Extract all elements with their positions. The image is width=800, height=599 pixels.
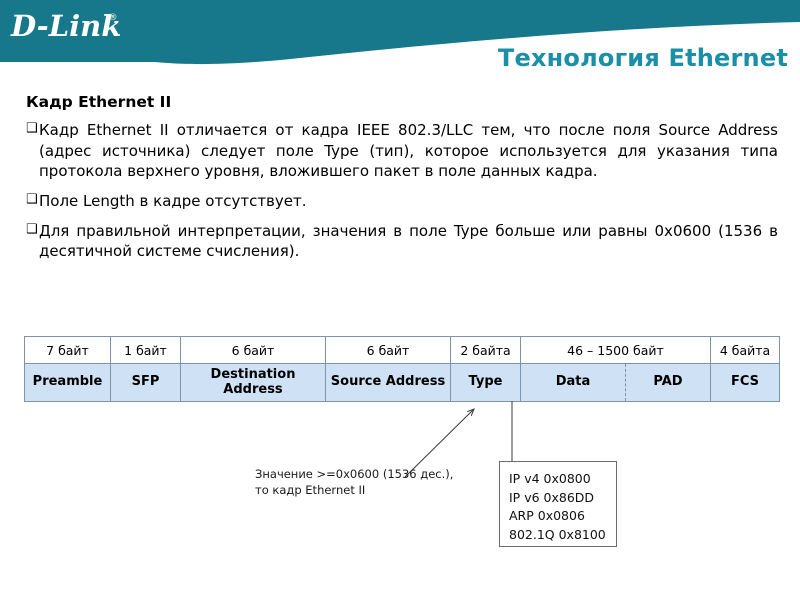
section-heading: Кадр Ethernet II (26, 93, 172, 111)
field-cell-pad: PAD (624, 363, 712, 402)
size-cell-data-pad: 46 – 1500 байт (519, 336, 712, 364)
frame-field-row: Preamble SFP Destination Address Source … (24, 363, 781, 402)
ethertype-values-box: IP v4 0x0800 IP v6 0x86DD ARP 0x0806 802… (499, 461, 617, 547)
bullet-item: ❑ Для правильной интерпретации, значения… (26, 221, 778, 262)
square-bullet-icon: ❑ (26, 192, 38, 208)
bullet-text: Для правильной интерпретации, значения в… (39, 221, 778, 261)
field-cell-fcs: FCS (710, 363, 781, 402)
bullet-text: Поле Length в кадре отсутствует. (39, 192, 307, 211)
field-cell-destination: Destination Address (180, 363, 326, 402)
field-cell-sfp: SFP (110, 363, 181, 402)
ethertype-ipv4: IP v4 0x0800 (509, 471, 591, 486)
ethertype-vlan: 802.1Q 0x8100 (509, 526, 606, 542)
dlink-logo-text: D-Link (10, 9, 121, 43)
field-cell-source: Source Address (325, 363, 451, 402)
dlink-logo: D-Link ® (10, 9, 121, 43)
frame-size-row: 7 байт 1 байт 6 байт 6 байт 2 байта 46 –… (24, 336, 781, 364)
size-cell-type: 2 байта (450, 336, 521, 364)
ethertype-ipv6: IP v6 0x86DD (509, 489, 595, 505)
type-callout-line-2: то кадр Ethernet II (255, 483, 366, 498)
square-bullet-icon: ❑ (26, 121, 38, 136)
annotation-overlay (404, 401, 513, 478)
type-callout-note: Значение >=0x0600 (1536 дес.), то кадр E… (255, 466, 453, 499)
square-bullet-icon: ❑ (26, 221, 38, 237)
slide-content: Кадр Ethernet II ❑ Кадр Ethernet II отли… (26, 93, 778, 271)
field-cell-preamble: Preamble (24, 363, 111, 402)
ethertype-arp: ARP 0x0806 (509, 508, 585, 523)
type-callout-line-1: Значение >=0x0600 (1536 дес.), (255, 467, 454, 481)
page-title: Технология Ethernet (497, 44, 788, 72)
size-cell-source: 6 байт (325, 336, 451, 364)
registered-trademark-icon: ® (109, 13, 118, 23)
size-cell-sfp: 1 байт (110, 336, 181, 364)
ethernet-frame-diagram: 7 байт 1 байт 6 байт 6 байт 2 байта 46 –… (24, 336, 781, 402)
bullet-text: Кадр Ethernet II отличается от кадра IEE… (39, 121, 778, 181)
field-cell-type: Type (450, 363, 521, 402)
size-cell-preamble: 7 байт (24, 336, 111, 364)
field-cell-data: Data (520, 363, 626, 402)
size-cell-destination: 6 байт (180, 336, 326, 364)
bullet-item: ❑ Кадр Ethernet II отличается от кадра I… (26, 120, 778, 182)
size-cell-fcs: 4 байта (710, 336, 781, 364)
bullet-item: ❑ Поле Length в кадре отсутствует. (26, 191, 778, 212)
